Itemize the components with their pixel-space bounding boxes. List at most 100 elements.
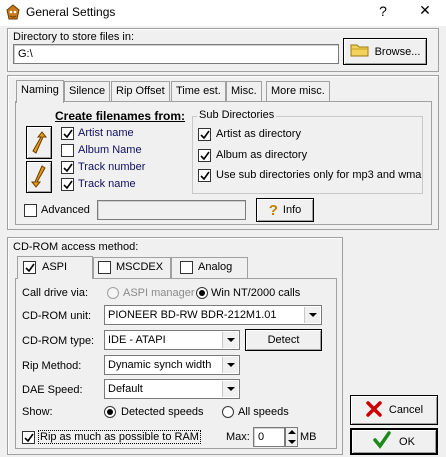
tab-time-est[interactable]: Time est. (171, 81, 226, 102)
track-number-label[interactable]: Track number (78, 161, 145, 173)
detected-speeds-label[interactable]: Detected speeds (121, 406, 204, 418)
tab-naming[interactable]: Naming (16, 80, 64, 103)
app-icon (5, 4, 21, 21)
album-name-label[interactable]: Album Name (78, 144, 142, 156)
max-ram-spinner[interactable] (285, 427, 298, 447)
analog-checkbox[interactable] (180, 261, 193, 274)
show-label: Show: (22, 406, 53, 418)
sub-directories-heading: Sub Directories (197, 109, 277, 121)
cancel-button[interactable]: Cancel (350, 395, 438, 425)
cdrom-unit-value: PIONEER BD-RW BDR-212M1.01 (108, 309, 277, 321)
all-speeds-radio[interactable] (222, 406, 234, 418)
rip-method-value: Dynamic synch width (108, 359, 212, 371)
check-icon (199, 130, 210, 139)
aspi-checkbox[interactable] (23, 261, 36, 274)
artist-directory-checkbox[interactable] (198, 128, 211, 141)
ok-button[interactable]: OK (350, 428, 438, 455)
rip-method-label: Rip Method: (22, 360, 82, 372)
dae-speed-value: Default (108, 383, 143, 395)
rip-method-select[interactable]: Dynamic synch width (104, 355, 240, 375)
analog-tab-label: Analog (198, 261, 233, 273)
move-down-button[interactable] (26, 161, 52, 193)
cancel-button-label: Cancel (388, 404, 424, 416)
album-name-checkbox[interactable] (61, 144, 74, 157)
call-drive-label: Call drive via: (22, 287, 89, 299)
tab-analog[interactable]: Analog (171, 257, 248, 278)
dae-speed-label: DAE Speed: (22, 384, 83, 396)
advanced-checkbox[interactable] (24, 204, 37, 217)
aspi-manager-label[interactable]: ASPI manager (123, 287, 195, 299)
tab-silence[interactable]: Silence (64, 81, 111, 102)
folder-icon (350, 42, 370, 61)
cdrom-unit-select[interactable]: PIONEER BD-RW BDR-212M1.01 (104, 305, 322, 325)
track-number-checkbox[interactable] (61, 161, 74, 174)
detect-button[interactable]: Detect (245, 329, 322, 351)
arrow-down-icon (30, 165, 46, 188)
spin-down-icon[interactable] (288, 440, 296, 444)
tab-rip-offset[interactable]: Rip Offset (111, 81, 170, 102)
check-icon (199, 171, 210, 180)
check-icon (199, 151, 210, 160)
artist-name-label[interactable]: Artist name (78, 127, 134, 139)
all-speeds-label[interactable]: All speeds (238, 406, 289, 418)
win-nt-label[interactable]: Win NT/2000 calls (211, 287, 300, 299)
spin-up-icon[interactable] (288, 430, 296, 434)
tab-misc[interactable]: Misc. (226, 81, 262, 102)
browse-button[interactable]: Browse... (343, 38, 427, 65)
title-bar: General Settings ? ✕ (0, 0, 446, 26)
chevron-down-icon[interactable] (222, 332, 238, 348)
artist-name-checkbox[interactable] (61, 127, 74, 140)
close-button[interactable]: ✕ (415, 2, 435, 22)
track-name-label[interactable]: Track name (78, 178, 136, 190)
help-button[interactable]: ? (373, 3, 393, 21)
max-label: Max: (226, 431, 250, 443)
detect-button-label: Detect (267, 334, 300, 346)
info-button[interactable]: ? Info (256, 198, 314, 222)
rip-to-ram-label[interactable]: Rip as much as possible to RAM (38, 430, 201, 444)
browse-button-label: Browse... (374, 45, 421, 58)
subdir-mp3-wma-label[interactable]: Use sub directories only for mp3 and wma (216, 169, 421, 181)
check-icon (24, 263, 35, 272)
max-ram-input[interactable]: 0 (253, 427, 285, 447)
aspi-tab-label: ASPI (42, 261, 68, 273)
tab-aspi[interactable]: ASPI (17, 256, 93, 279)
album-directory-checkbox[interactable] (198, 149, 211, 162)
ok-button-label: OK (399, 435, 415, 448)
cdrom-type-select[interactable]: IDE - ATAPI (104, 330, 240, 350)
track-name-checkbox[interactable] (61, 178, 74, 191)
arrow-up-icon (32, 130, 48, 154)
check-icon (23, 433, 34, 442)
cdrom-type-value: IDE - ATAPI (108, 334, 166, 346)
win-nt-radio[interactable] (196, 287, 208, 299)
mscdex-tab-label: MSCDEX (116, 261, 164, 273)
advanced-input[interactable] (97, 200, 246, 220)
close-icon (365, 400, 383, 421)
chevron-down-icon[interactable] (304, 307, 320, 323)
window-title: General Settings (26, 5, 116, 19)
mb-label: MB (300, 431, 317, 443)
question-icon: ? (268, 201, 278, 219)
cdrom-type-label: CD-ROM type: (22, 335, 95, 347)
mscdex-checkbox[interactable] (98, 261, 111, 274)
advanced-label[interactable]: Advanced (41, 204, 90, 216)
check-icon (62, 180, 73, 189)
dae-speed-select[interactable]: Default (104, 379, 240, 399)
chevron-down-icon[interactable] (222, 357, 238, 373)
directory-input[interactable]: G:\ (13, 44, 339, 64)
create-filenames-heading: Create filenames from: (55, 109, 186, 123)
move-up-button[interactable] (26, 126, 52, 159)
check-icon (62, 163, 73, 172)
tab-mscdex[interactable]: MSCDEX (93, 257, 171, 278)
directory-label: Directory to store files in: (13, 31, 135, 43)
album-directory-label[interactable]: Album as directory (216, 149, 307, 161)
check-icon (373, 431, 391, 452)
subdir-mp3-wma-checkbox[interactable] (198, 169, 211, 182)
aspi-manager-radio[interactable] (107, 287, 119, 299)
detected-speeds-radio[interactable] (104, 406, 116, 418)
chevron-down-icon[interactable] (222, 381, 238, 397)
rip-to-ram-checkbox[interactable] (22, 431, 35, 444)
tab-more-misc[interactable]: More misc. (266, 81, 330, 102)
cdrom-access-heading: CD-ROM access method: (13, 241, 139, 253)
artist-directory-label[interactable]: Artist as directory (216, 128, 301, 140)
general-settings-window: General Settings ? ✕ Directory to store … (0, 0, 446, 457)
